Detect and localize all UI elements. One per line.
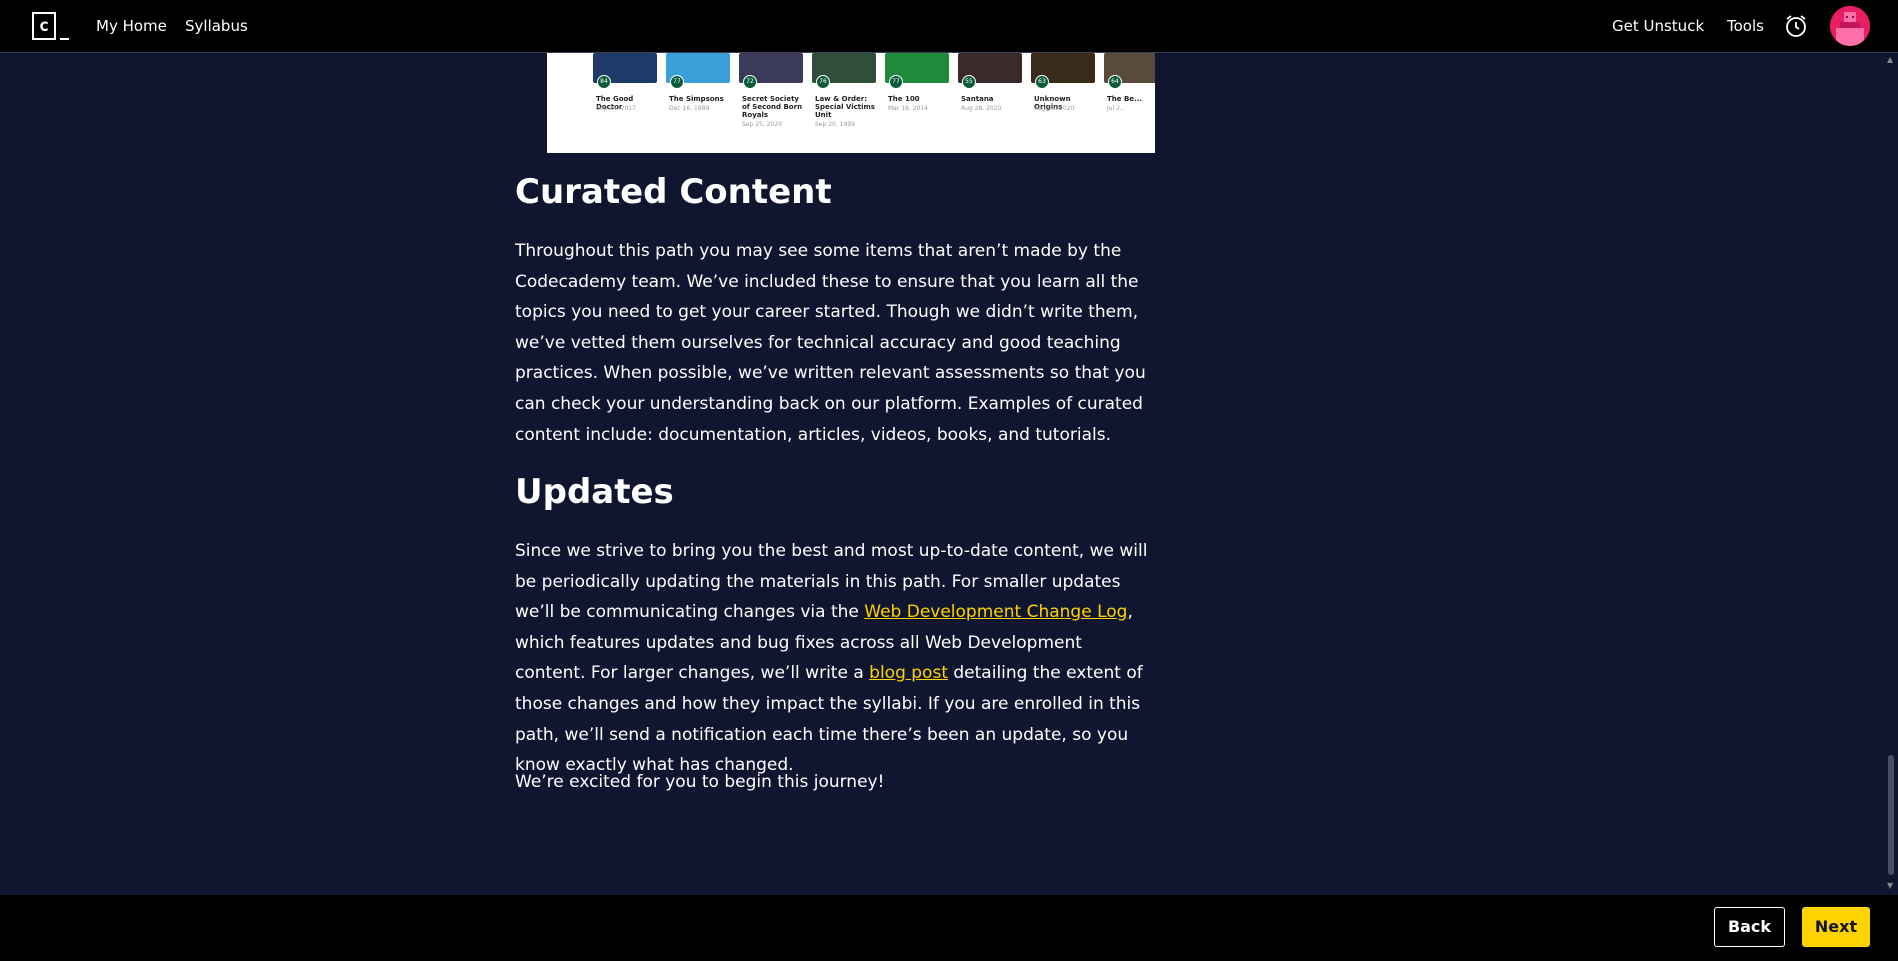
score-badge: 63 (1035, 75, 1049, 89)
nav-my-home[interactable]: My Home (96, 0, 167, 52)
logo-underscore (60, 38, 69, 40)
nav-syllabus[interactable]: Syllabus (185, 0, 248, 52)
score-badge: 77 (670, 75, 684, 89)
show-title: Santana (961, 95, 994, 103)
shows-image-strip: 84 The Good Doctor Sep 25, 2017 77 The Simps… (547, 53, 1155, 153)
blog-post-link[interactable]: blog post (869, 663, 948, 683)
score-badge: 77 (889, 75, 903, 89)
back-button[interactable]: Back (1714, 907, 1785, 947)
nav-get-unstuck[interactable]: Get Unstuck (1612, 0, 1704, 52)
scroll-up-arrow-icon[interactable]: ▲ (1887, 55, 1893, 64)
show-date: Jul 2... (1107, 105, 1126, 112)
change-log-link[interactable]: Web Development Change Log (864, 602, 1127, 622)
curated-content-paragraph: Throughout this path you may see some it… (515, 241, 1146, 445)
show-title: The Simpsons (669, 95, 724, 103)
updates-paragraph: Since we strive to bring you the best an… (515, 536, 1155, 781)
alarm-clock-icon[interactable] (1784, 13, 1808, 43)
logo-letter: c (32, 12, 56, 40)
score-badge: 84 (597, 75, 611, 89)
show-date: Mar 19, 2014 (888, 105, 928, 112)
score-badge: 64 (1108, 75, 1122, 89)
score-badge: 55 (962, 75, 976, 89)
show-date: Aug 28, 2020 (961, 105, 1002, 112)
show-title: Law & Order: Special Victims Unit (815, 95, 875, 119)
show-title: The Be... (1107, 95, 1143, 103)
show-date: Sep 25, 2017 (596, 105, 636, 112)
curated-content-heading: Curated Content (515, 172, 832, 212)
score-badge: 76 (816, 75, 830, 89)
footer-bar: Back Next (0, 895, 1898, 961)
show-date: Dec 16, 1989 (669, 105, 710, 112)
score-badge: 72 (743, 75, 757, 89)
top-navigation: c My Home Syllabus Get Unstuck Tools (0, 0, 1898, 53)
avatar[interactable] (1830, 6, 1870, 46)
show-date: Aug 28, 2020 (1034, 105, 1075, 112)
show-date: Sep 20, 1999 (815, 121, 855, 128)
codecademy-logo[interactable]: c (32, 12, 72, 42)
scrollbar[interactable]: ▲ ▼ (1885, 53, 1898, 895)
closing-paragraph: We’re excited for you to begin this jour… (515, 772, 885, 792)
show-title: The 100 (888, 95, 920, 103)
updates-heading: Updates (515, 472, 674, 512)
show-title: Secret Society of Second Born Royals (742, 95, 803, 119)
scroll-thumb[interactable] (1888, 755, 1894, 875)
nav-tools[interactable]: Tools (1727, 0, 1764, 52)
show-date: Sep 25, 2020 (742, 121, 782, 128)
next-button[interactable]: Next (1802, 907, 1870, 947)
scroll-down-arrow-icon[interactable]: ▼ (1887, 881, 1893, 890)
